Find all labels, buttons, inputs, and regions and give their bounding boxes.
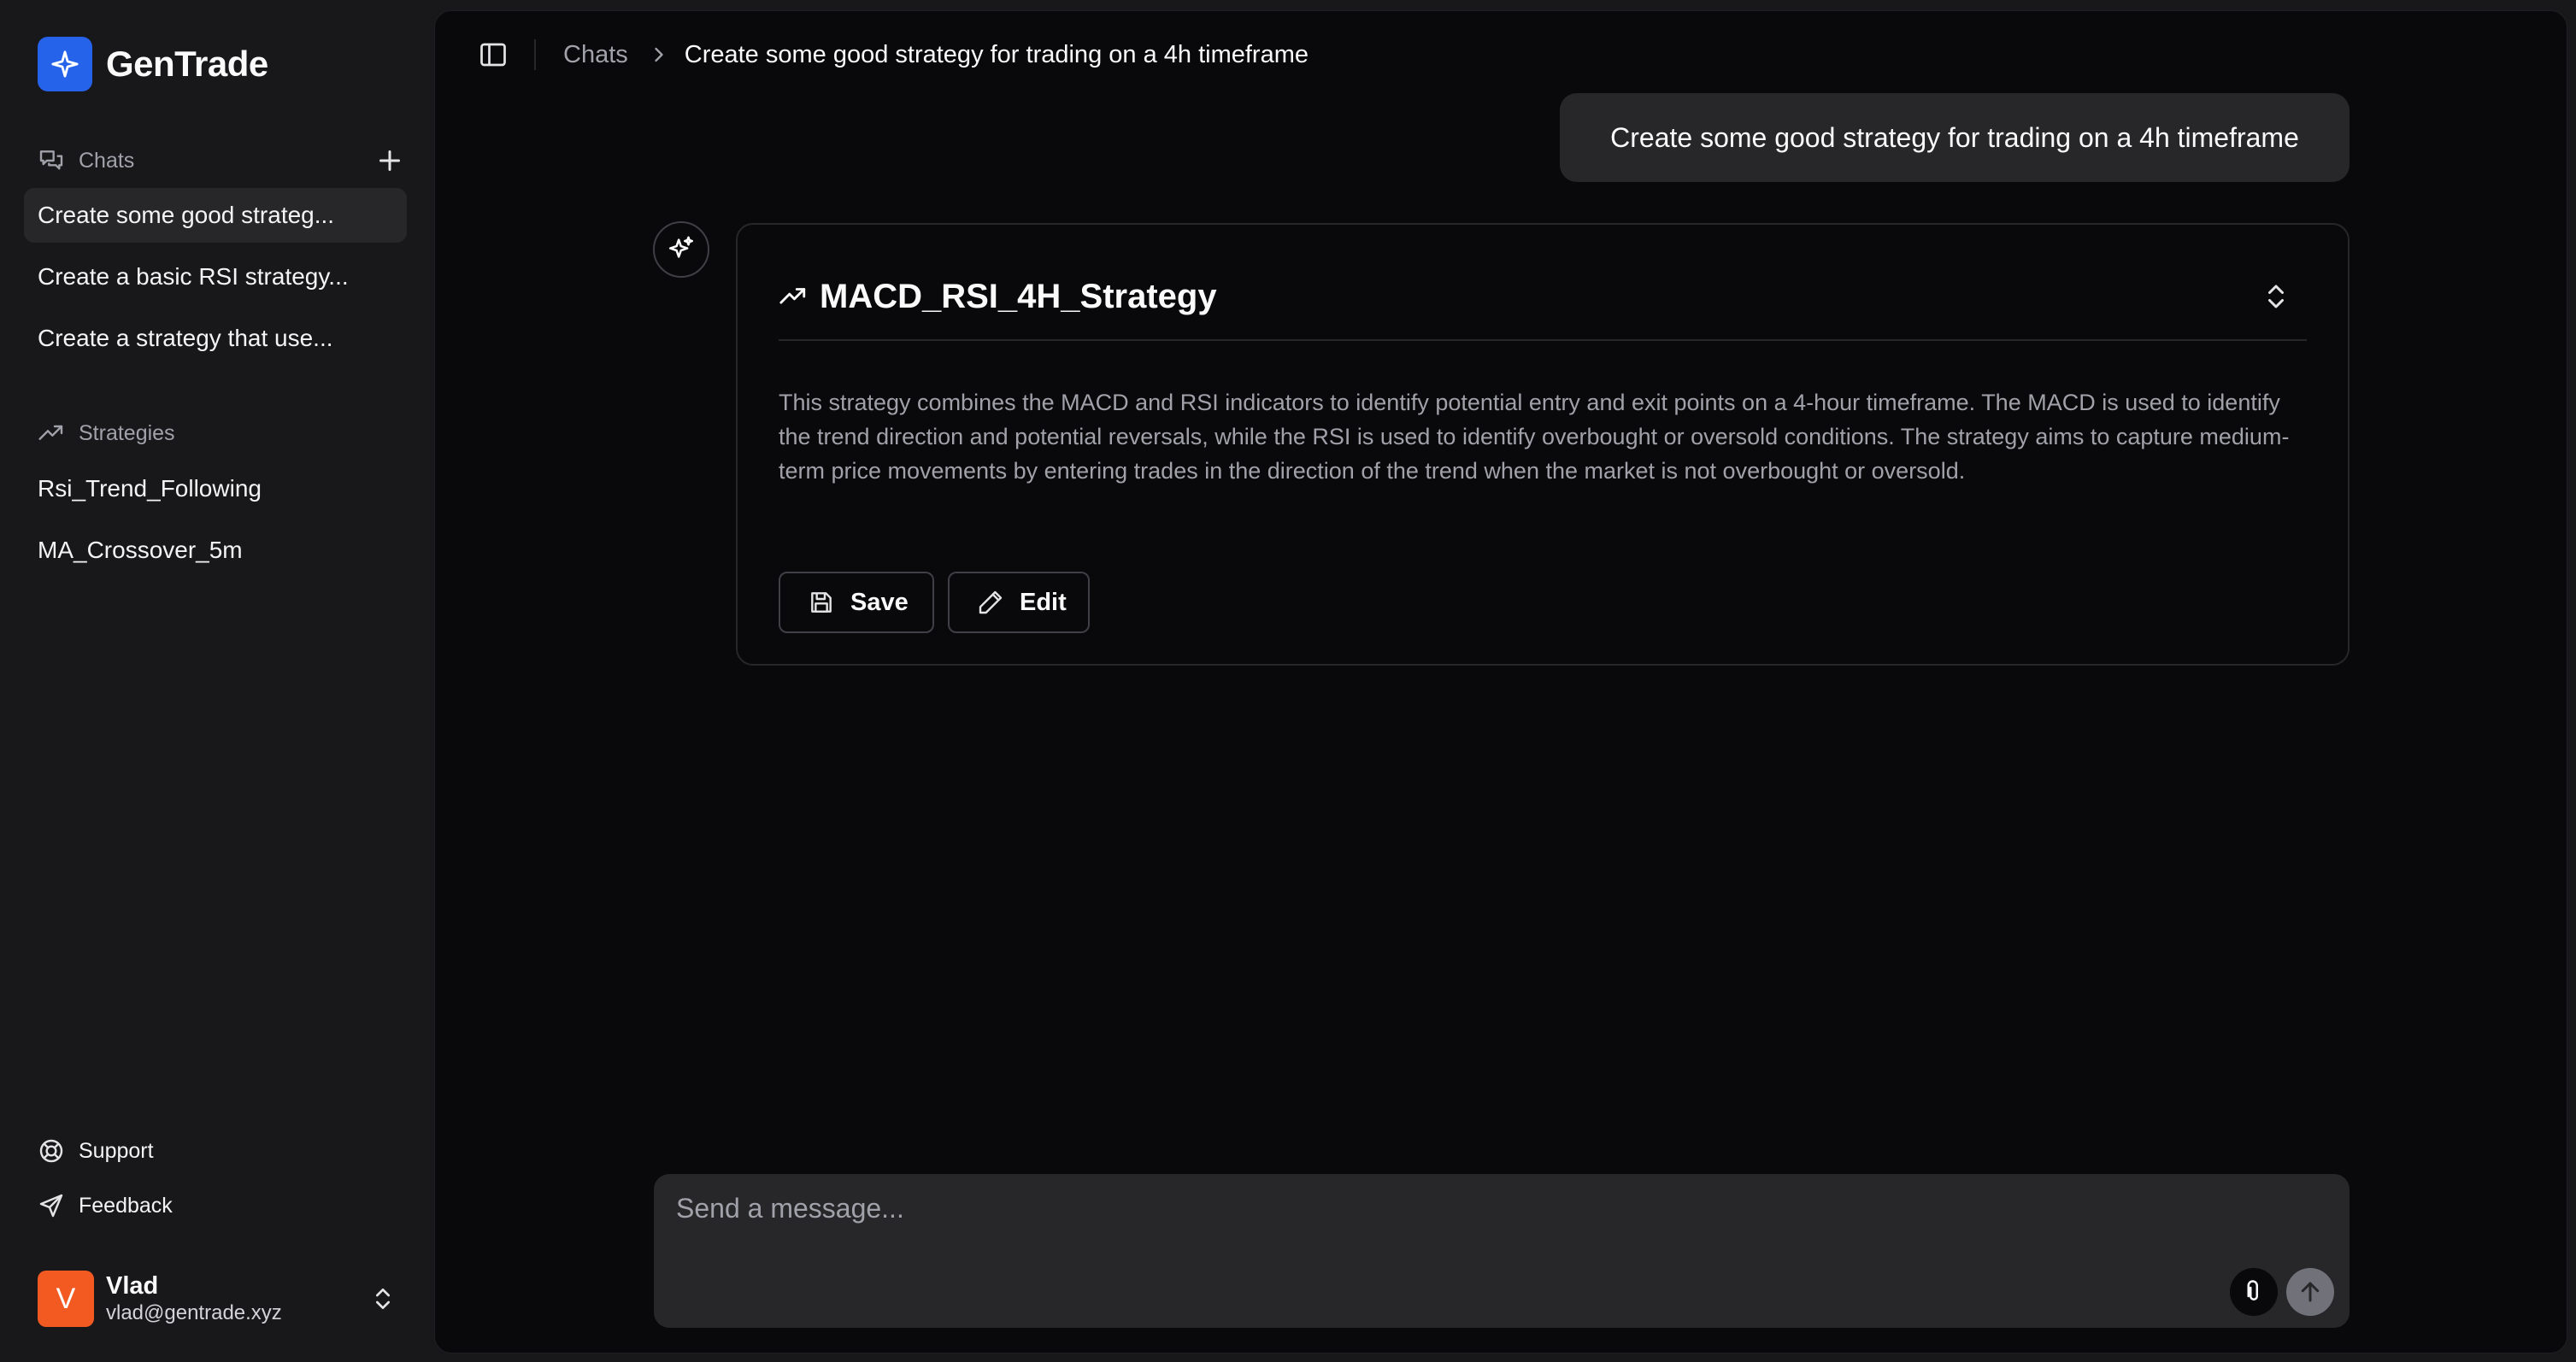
strategy-card-header: MACD_RSI_4H_Strategy <box>779 276 1217 317</box>
support-link[interactable]: Support <box>38 1134 154 1168</box>
divider <box>779 339 2307 341</box>
chevrons-up-down-icon[interactable] <box>2261 281 2291 312</box>
sidebar: GenTrade Chats Create some good strateg.… <box>0 0 434 1362</box>
lifebuoy-icon <box>38 1137 65 1165</box>
strategy-description: This strategy combines the MACD and RSI … <box>779 390 2290 484</box>
chat-item[interactable]: Create a basic RSI strategy... <box>24 250 407 304</box>
chat-item[interactable]: Create a strategy that use... <box>24 311 407 366</box>
breadcrumb: Chats Create some good strategy for trad… <box>478 36 1309 73</box>
brand[interactable]: GenTrade <box>38 37 268 91</box>
new-chat-plus-icon[interactable] <box>374 145 405 176</box>
assistant-sparkles-icon <box>653 221 709 278</box>
chats-section-header: Chats <box>38 144 405 178</box>
strategy-item[interactable]: Rsi_Trend_Following <box>24 461 407 516</box>
arrow-up-icon[interactable] <box>2286 1268 2334 1316</box>
strategies-section-label: Strategies <box>79 420 175 445</box>
paperclip-icon[interactable] <box>2230 1268 2278 1316</box>
strategy-item[interactable]: MA_Crossover_5m <box>24 523 407 578</box>
strategy-card: MACD_RSI_4H_Strategy This strategy combi… <box>736 223 2350 666</box>
send-icon <box>38 1192 65 1219</box>
feedback-link[interactable]: Feedback <box>38 1189 173 1223</box>
sparkle-icon <box>38 37 92 91</box>
breadcrumb-chats-link[interactable]: Chats <box>563 41 628 69</box>
floppy-disk-icon <box>808 589 835 616</box>
edit-button[interactable]: Edit <box>948 572 1090 633</box>
trending-up-icon <box>38 420 65 447</box>
app-name: GenTrade <box>106 44 268 84</box>
sidebar-toggle-icon[interactable] <box>478 39 509 70</box>
user-name: Vlad <box>106 1272 159 1300</box>
message-composer <box>654 1174 2350 1328</box>
message-input[interactable] <box>676 1193 2300 1261</box>
feedback-label: Feedback <box>79 1193 173 1218</box>
user-message: Create some good strategy for trading on… <box>1560 93 2350 182</box>
divider <box>534 39 536 70</box>
chevrons-up-down-icon <box>369 1285 397 1312</box>
chevron-right-icon <box>647 43 671 67</box>
main-panel: Chats Create some good strategy for trad… <box>434 10 2567 1353</box>
support-label: Support <box>79 1138 154 1163</box>
save-label: Save <box>850 588 909 616</box>
user-menu[interactable]: V Vlad vlad@gentrade.xyz <box>38 1271 397 1327</box>
strategy-title: MACD_RSI_4H_Strategy <box>820 277 1217 315</box>
messages-icon <box>38 147 65 174</box>
save-button[interactable]: Save <box>779 572 934 633</box>
pencil-icon <box>977 589 1004 616</box>
breadcrumb-current: Create some good strategy for trading on… <box>684 40 1309 68</box>
chat-item[interactable]: Create some good strateg... <box>24 188 407 243</box>
trending-up-icon <box>779 282 808 311</box>
user-email: vlad@gentrade.xyz <box>106 1301 282 1324</box>
avatar: V <box>38 1271 94 1327</box>
chats-section-label: Chats <box>79 148 135 173</box>
edit-label: Edit <box>1020 588 1067 616</box>
strategies-section-header: Strategies <box>38 416 405 450</box>
